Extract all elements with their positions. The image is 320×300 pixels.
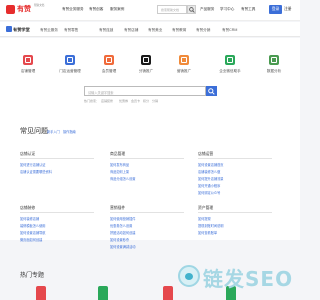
top-right-link-1[interactable]: 产品服务	[200, 7, 214, 12]
faq-link[interactable]: 商品分组怎么设置	[110, 176, 136, 181]
main-search-placeholder: 请输入关键字搜索	[88, 90, 114, 95]
analytics-icon	[269, 55, 279, 65]
nav-item-3[interactable]: 有赞连锁	[99, 28, 113, 33]
nav-item-5[interactable]: 有赞美业	[148, 28, 162, 33]
marketing-icon	[179, 55, 189, 65]
faq-link[interactable]: 提现到账时间说明	[198, 223, 224, 228]
main-search-input[interactable]: 请输入关键字搜索	[84, 86, 206, 96]
category-title: 店铺认证	[20, 152, 36, 156]
faq-link[interactable]: 如何设置店铺导航	[20, 230, 46, 235]
academy-logo-icon	[6, 26, 12, 32]
top-link-1[interactable]: 有赞业务服务	[62, 7, 84, 12]
hot-topic-card[interactable]	[98, 286, 108, 300]
faq-tag[interactable]: 操作指南	[63, 129, 76, 134]
faq-link[interactable]: 如何使用营销插件	[110, 216, 136, 221]
top-right-link-2[interactable]: 学习中心	[220, 7, 234, 12]
divider	[20, 158, 94, 159]
faq-link[interactable]: 如何设置满减活动	[110, 244, 136, 249]
faq-link[interactable]: 如何提升店铺流量	[198, 176, 224, 181]
hot-topic-card[interactable]	[36, 286, 46, 300]
faq-link[interactable]: 优惠券怎么设置	[110, 223, 132, 228]
top-header: 有赞 帮助文档 有赞业务服务 有赞创客 服务案例 搜索帮助文档 产品服务 学习中…	[0, 0, 300, 21]
faq-title: 常见问题	[20, 128, 48, 135]
nav-item-6[interactable]: 有赞教育	[172, 28, 186, 33]
faq-section: 常见问题 新手入门 操作指南 店铺认证 如何进行店铺认证 店铺认证需要哪些资料 …	[0, 120, 300, 249]
faq-link[interactable]: 如何绑定公众号	[198, 190, 220, 195]
faq-link[interactable]: 如何装修店铺	[20, 216, 39, 221]
faq-link[interactable]: 拼团活动如何创建	[110, 230, 136, 235]
faq-link[interactable]: 装修模板怎么使用	[20, 223, 46, 228]
feature-analytics[interactable]: 数据分析	[256, 55, 296, 95]
top-right-link-3[interactable]: 有赞工具	[241, 7, 255, 12]
faq-link[interactable]: 店铺认证需要哪些资料	[20, 169, 52, 174]
hot-topic-card[interactable]	[163, 286, 173, 300]
faq-link[interactable]: 如何设置秒杀	[110, 237, 129, 242]
store-icon	[23, 55, 33, 65]
outlet-icon	[65, 55, 75, 65]
faq-link[interactable]: 如何开通小程序	[198, 183, 220, 188]
category-title: 店铺装修	[20, 206, 36, 210]
logo-icon	[6, 5, 15, 14]
faq-link[interactable]: 如何设置店铺首页	[198, 162, 224, 167]
academy-logo-text[interactable]: 有赞学堂	[13, 27, 30, 33]
nav-item-7[interactable]: 有赞分销	[196, 28, 210, 33]
faq-link[interactable]: 如何进行店铺认证	[20, 162, 46, 167]
logo-text[interactable]: 有赞	[17, 4, 31, 14]
top-search-button[interactable]	[187, 5, 196, 14]
top-link-3[interactable]: 服务案例	[110, 7, 124, 12]
faq-link[interactable]: 商品如何上架	[110, 169, 129, 174]
feature-store[interactable]: 店铺管理	[10, 55, 50, 95]
hot-topics-title: 热门专题	[20, 273, 45, 279]
member-icon	[104, 55, 114, 65]
search-icon	[189, 7, 195, 13]
feature-label: 数据分析	[266, 69, 282, 73]
top-search-input[interactable]: 搜索帮助文档	[157, 5, 187, 14]
divider	[198, 158, 272, 159]
divider	[198, 212, 272, 213]
divider	[110, 158, 184, 159]
main-nav: 有赞学堂 有赞云服务 有赞零售 有赞连锁 有赞店铺 有赞美业 有赞教育 有赞分销…	[0, 22, 300, 37]
divider	[110, 212, 184, 213]
hot-keyword[interactable]: 分销	[152, 99, 158, 103]
nav-item-1[interactable]: 有赞云服务	[40, 28, 58, 33]
hot-keyword[interactable]: 会员卡	[131, 99, 140, 103]
category-title: 资产管理	[198, 206, 214, 210]
faq-link[interactable]: 如何发布商品	[110, 162, 129, 167]
feature-label: 营销推广	[176, 69, 192, 73]
watermark-logo-icon	[178, 265, 200, 287]
hot-keyword[interactable]: 店铺装修	[101, 99, 113, 103]
feature-wecom[interactable]: 企业微信助手	[212, 55, 252, 95]
watermark: 链发SEO	[178, 262, 298, 294]
login-button[interactable]: 登录	[269, 5, 282, 14]
top-search-placeholder: 搜索帮助文档	[161, 8, 180, 12]
faq-link[interactable]: 店铺装修怎么做	[198, 169, 220, 174]
hot-keyword[interactable]: 优惠券	[119, 99, 128, 103]
nav-item-2[interactable]: 有赞零售	[64, 28, 78, 33]
faq-link[interactable]: 微页面如何创建	[20, 237, 42, 242]
category-title: 营销插件	[110, 206, 126, 210]
nav-item-4[interactable]: 有赞店铺	[124, 28, 138, 33]
search-icon	[208, 87, 215, 95]
distribution-icon	[141, 55, 151, 65]
logo-subtitle: 帮助文档	[34, 4, 45, 7]
hero-section: 店铺管理 门店运营管理 会员管理 分销推广 营销推广 企业微信助手 数据分析 请…	[0, 38, 300, 120]
main-search-button[interactable]	[206, 86, 217, 96]
faq-tag[interactable]: 新手入门	[47, 129, 60, 134]
category-title: 店铺运营	[198, 152, 214, 156]
faq-link[interactable]: 如何提现	[198, 216, 211, 221]
hot-keyword[interactable]: 积分	[143, 99, 149, 103]
watermark-text: 链发SEO	[203, 267, 294, 291]
nav-item-8[interactable]: 有赞CRM	[222, 28, 237, 33]
hot-search-label: 热门搜索：	[84, 99, 100, 103]
register-link[interactable]: 注册	[284, 7, 292, 12]
faq-link[interactable]: 如何查看账单	[198, 230, 217, 235]
top-link-2[interactable]: 有赞创客	[89, 7, 103, 12]
wecom-icon	[225, 55, 235, 65]
divider	[20, 212, 94, 213]
category-title: 商品管理	[110, 152, 126, 156]
